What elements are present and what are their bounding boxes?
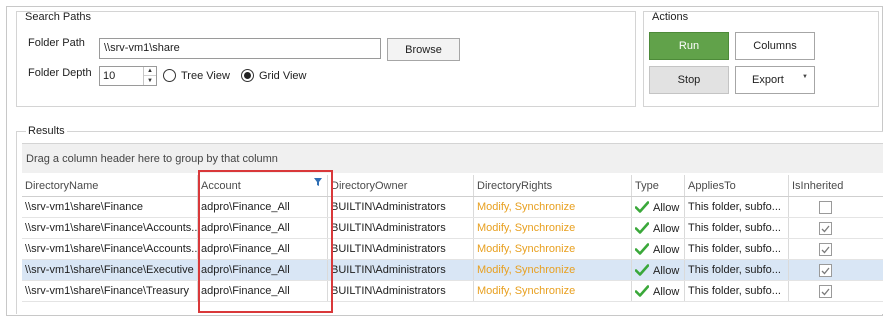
green-check-icon — [635, 201, 649, 213]
isinherited-checkbox[interactable] — [819, 264, 832, 277]
cell-directoryname[interactable]: \\srv-vm1\share\Finance — [22, 197, 198, 217]
cell-type[interactable]: Allow — [632, 197, 685, 217]
cell-directoryowner[interactable]: BUILTIN\Administrators — [328, 281, 474, 301]
col-header-directoryname[interactable]: DirectoryName — [22, 175, 198, 196]
isinherited-checkbox[interactable] — [819, 222, 832, 235]
cell-appliesto[interactable]: This folder, subfo... — [685, 281, 789, 301]
dropdown-arrow-icon: ▼ — [802, 74, 808, 80]
type-label: Allow — [653, 265, 680, 277]
cell-isinherited[interactable] — [789, 239, 883, 259]
grid-view-label: Grid View — [259, 69, 307, 82]
green-check-icon — [635, 285, 649, 297]
col-header-appliesto[interactable]: AppliesTo — [685, 175, 789, 196]
cell-account[interactable]: adpro\Finance_All — [198, 239, 328, 259]
cell-directoryowner[interactable]: BUILTIN\Administrators — [328, 260, 474, 280]
cell-directoryrights[interactable]: Modify, Synchronize — [474, 218, 632, 238]
actions-group: Actions Run Columns Stop Export ▼ — [643, 11, 879, 107]
radio-unchecked-icon — [163, 69, 176, 82]
cell-directoryowner[interactable]: BUILTIN\Administrators — [328, 239, 474, 259]
search-paths-title: Search Paths — [25, 11, 92, 23]
folder-path-label: Folder Path — [28, 37, 85, 49]
col-header-isinherited[interactable]: IsInherited — [789, 175, 883, 196]
cell-directoryrights[interactable]: Modify, Synchronize — [474, 197, 632, 217]
cell-appliesto[interactable]: This folder, subfo... — [685, 260, 789, 280]
cell-account[interactable]: adpro\Finance_All — [198, 281, 328, 301]
checkmark-icon — [821, 225, 830, 232]
col-header-account-label: Account — [201, 180, 241, 192]
cell-account[interactable]: adpro\Finance_All — [198, 260, 328, 280]
cell-directoryname[interactable]: \\srv-vm1\share\Finance\Treasury — [22, 281, 198, 301]
col-header-directoryowner[interactable]: DirectoryOwner — [328, 175, 474, 196]
group-by-panel[interactable]: Drag a column header here to group by th… — [22, 143, 883, 173]
table-row[interactable]: \\srv-vm1\share\Finance\Accounts... adpro… — [22, 239, 883, 260]
cell-directoryrights[interactable]: Modify, Synchronize — [474, 239, 632, 259]
folder-depth-label: Folder Depth — [28, 67, 92, 79]
cell-account[interactable]: adpro\Finance_All — [198, 197, 328, 217]
green-check-icon — [635, 222, 649, 234]
green-check-icon — [635, 243, 649, 255]
run-button[interactable]: Run — [649, 32, 729, 60]
filter-icon[interactable] — [314, 178, 322, 186]
cell-directoryowner[interactable]: BUILTIN\Administrators — [328, 218, 474, 238]
folder-path-input[interactable]: \\srv-vm1\share — [99, 38, 381, 59]
table-row[interactable]: \\srv-vm1\share\Finance\Accounts... adpro… — [22, 218, 883, 239]
cell-type[interactable]: Allow — [632, 281, 685, 301]
spin-down-icon[interactable]: ▼ — [144, 76, 156, 85]
cell-directoryowner[interactable]: BUILTIN\Administrators — [328, 197, 474, 217]
export-dropdown[interactable]: Export ▼ — [735, 66, 815, 94]
cell-appliesto[interactable]: This folder, subfo... — [685, 197, 789, 217]
browse-button[interactable]: Browse — [387, 38, 460, 61]
radio-checked-icon — [241, 69, 254, 82]
isinherited-checkbox[interactable] — [819, 285, 832, 298]
cell-type[interactable]: Allow — [632, 239, 685, 259]
grid-header: DirectoryName Account DirectoryOwner Dir… — [22, 175, 883, 197]
cell-account[interactable]: adpro\Finance_All — [198, 218, 328, 238]
table-row[interactable]: \\srv-vm1\share\Finance adpro\Finance_All… — [22, 197, 883, 218]
checkmark-icon — [821, 246, 830, 253]
stop-button[interactable]: Stop — [649, 66, 729, 94]
grid-view-radio[interactable]: Grid View — [241, 69, 306, 82]
checkmark-icon — [821, 267, 830, 274]
col-header-directoryrights[interactable]: DirectoryRights — [474, 175, 632, 196]
cell-appliesto[interactable]: This folder, subfo... — [685, 239, 789, 259]
cell-isinherited[interactable] — [789, 197, 883, 217]
table-row[interactable]: \\srv-vm1\share\Finance\Treasury adpro\Fi… — [22, 281, 883, 302]
cell-directoryrights[interactable]: Modify, Synchronize — [474, 281, 632, 301]
cell-type[interactable]: Allow — [632, 260, 685, 280]
spinner-buttons[interactable]: ▲ ▼ — [143, 67, 156, 85]
table-row[interactable]: \\srv-vm1\share\Finance\Executive adpro\F… — [22, 260, 883, 281]
cell-directoryname[interactable]: \\srv-vm1\share\Finance\Accounts... — [22, 239, 198, 259]
type-label: Allow — [653, 244, 680, 256]
folder-depth-value: 10 — [103, 70, 116, 82]
export-label: Export — [752, 74, 784, 86]
isinherited-checkbox[interactable] — [819, 243, 832, 256]
cell-isinherited[interactable] — [789, 260, 883, 280]
tree-view-label: Tree View — [181, 69, 230, 82]
type-label: Allow — [653, 223, 680, 235]
tree-view-radio[interactable]: Tree View — [163, 69, 230, 82]
isinherited-checkbox[interactable] — [819, 201, 832, 214]
cell-isinherited[interactable] — [789, 281, 883, 301]
folder-depth-spinner[interactable]: 10 ▲ ▼ — [99, 66, 157, 86]
col-header-type[interactable]: Type — [632, 175, 685, 196]
cell-appliesto[interactable]: This folder, subfo... — [685, 218, 789, 238]
columns-button[interactable]: Columns — [735, 32, 815, 60]
cell-type[interactable]: Allow — [632, 218, 685, 238]
cell-directoryrights[interactable]: Modify, Synchronize — [474, 260, 632, 280]
checkmark-icon — [821, 288, 830, 295]
type-label: Allow — [653, 202, 680, 214]
green-check-icon — [635, 264, 649, 276]
actions-title: Actions — [652, 11, 689, 23]
cell-isinherited[interactable] — [789, 218, 883, 238]
cell-directoryname[interactable]: \\srv-vm1\share\Finance\Executive — [22, 260, 198, 280]
type-label: Allow — [653, 286, 680, 298]
spin-up-icon[interactable]: ▲ — [144, 67, 156, 76]
col-header-account[interactable]: Account — [198, 175, 328, 196]
search-paths-group: Search Paths Folder Path \\srv-vm1\share… — [16, 11, 636, 107]
results-title: Results — [26, 125, 67, 137]
cell-directoryname[interactable]: \\srv-vm1\share\Finance\Accounts... — [22, 218, 198, 238]
